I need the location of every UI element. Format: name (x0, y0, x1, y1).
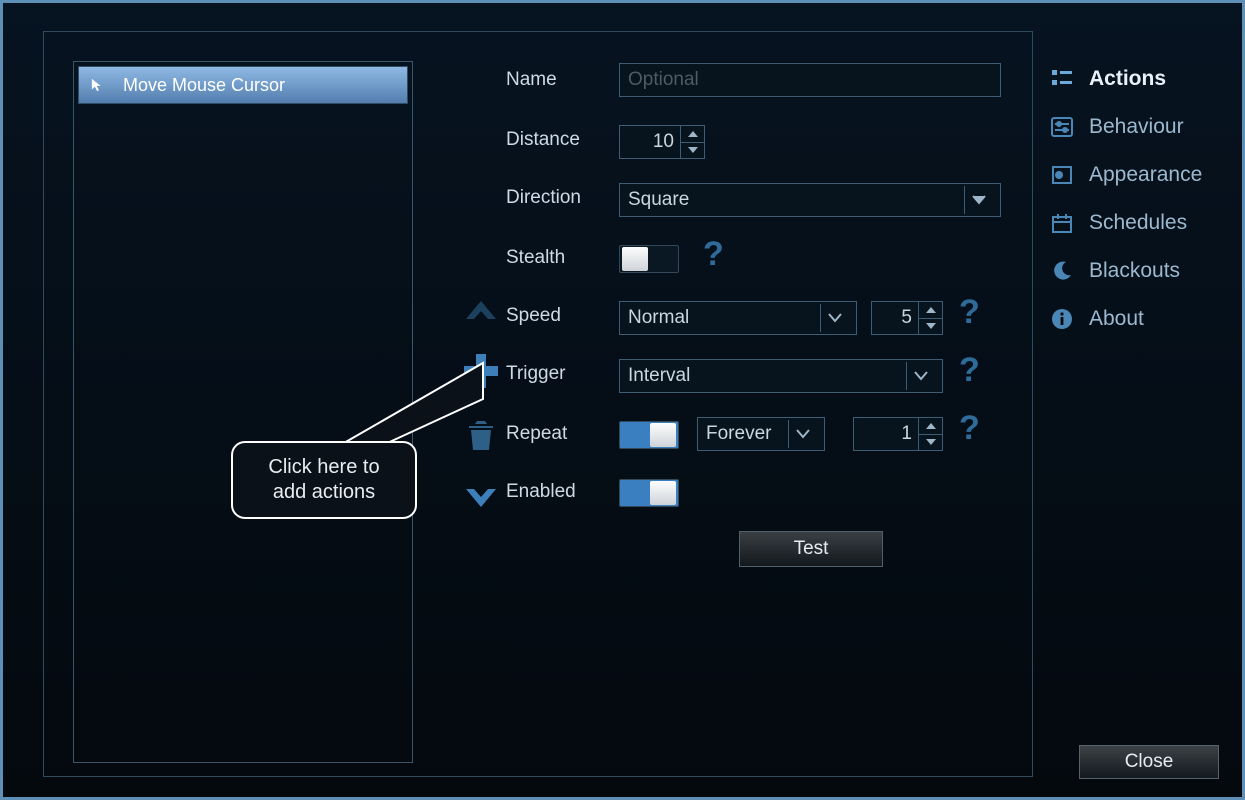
distance-stepper[interactable]: 10 (619, 125, 705, 159)
sidebar-item-appearance[interactable]: Appearance (1047, 151, 1237, 199)
test-button[interactable]: Test (739, 531, 883, 567)
action-item-label: Move Mouse Cursor (123, 75, 285, 96)
speed-value: 5 (872, 307, 918, 329)
stealth-toggle[interactable] (619, 245, 679, 273)
repeat-count-stepper[interactable]: 1 (853, 417, 943, 451)
repeat-mode-select[interactable]: Forever (697, 417, 825, 451)
name-input[interactable] (619, 63, 1001, 97)
repeat-count-down[interactable] (919, 435, 942, 451)
sidebar-item-actions[interactable]: Actions (1047, 55, 1237, 103)
trigger-value: Interval (628, 365, 690, 387)
sliders-icon (1047, 112, 1077, 142)
trigger-label: Trigger (506, 363, 611, 385)
add-action-button[interactable] (459, 349, 503, 393)
help-icon[interactable]: ? (703, 235, 724, 274)
speed-select[interactable]: Normal (619, 301, 857, 335)
sidebar-item-about[interactable]: About (1047, 295, 1237, 343)
distance-down[interactable] (681, 143, 704, 159)
speed-selected: Normal (628, 307, 689, 329)
direction-value: Square (628, 189, 689, 211)
sidebar-item-label: Schedules (1089, 211, 1187, 235)
move-up-button[interactable] (459, 289, 503, 333)
calendar-icon (1047, 208, 1077, 238)
chevron-down-icon (820, 304, 848, 332)
trigger-select[interactable]: Interval (619, 359, 943, 393)
speed-up[interactable] (919, 302, 942, 319)
chevron-down-icon (964, 186, 992, 214)
help-icon[interactable]: ? (959, 351, 980, 390)
speed-down[interactable] (919, 319, 942, 335)
close-button[interactable]: Close (1079, 745, 1219, 779)
enabled-toggle[interactable] (619, 479, 679, 507)
help-icon[interactable]: ? (959, 293, 980, 332)
sidebar-item-label: Appearance (1089, 163, 1202, 187)
appearance-icon (1047, 160, 1077, 190)
actions-icon (1047, 64, 1077, 94)
actions-list: Move Mouse Cursor (73, 61, 413, 763)
sidebar-item-label: About (1089, 307, 1144, 331)
speed-label: Speed (506, 305, 611, 327)
repeat-count-up[interactable] (919, 418, 942, 435)
tooltip-line1: Click here to (268, 456, 379, 478)
repeat-label: Repeat (506, 423, 611, 445)
tooltip-line2: add actions (273, 481, 375, 503)
repeat-count: 1 (854, 423, 918, 445)
moon-icon (1047, 256, 1077, 286)
sidebar-item-schedules[interactable]: Schedules (1047, 199, 1237, 247)
sidebar-nav: Actions Behaviour Appearance Schedules B… (1047, 55, 1237, 343)
sidebar-item-label: Blackouts (1089, 259, 1180, 283)
delete-action-button[interactable] (459, 413, 503, 457)
chevron-down-icon (788, 420, 816, 448)
repeat-toggle[interactable] (619, 421, 679, 449)
window-frame: Move Mouse Cursor Name Distance Directio… (0, 0, 1245, 800)
speed-stepper[interactable]: 5 (871, 301, 943, 335)
stealth-label: Stealth (506, 247, 611, 269)
distance-value: 10 (620, 131, 680, 153)
sidebar-item-label: Behaviour (1089, 115, 1184, 139)
close-button-label: Close (1125, 751, 1174, 773)
distance-up[interactable] (681, 126, 704, 143)
distance-label: Distance (506, 129, 611, 151)
sidebar-item-behaviour[interactable]: Behaviour (1047, 103, 1237, 151)
add-actions-tooltip: Click here to add actions (231, 441, 417, 519)
test-button-label: Test (794, 538, 829, 560)
direction-label: Direction (506, 187, 611, 209)
sidebar-item-blackouts[interactable]: Blackouts (1047, 247, 1237, 295)
direction-select[interactable]: Square (619, 183, 1001, 217)
chevron-down-icon (906, 362, 934, 390)
repeat-mode: Forever (706, 423, 771, 445)
name-label: Name (506, 69, 611, 91)
sidebar-item-label: Actions (1089, 67, 1166, 91)
info-icon (1047, 304, 1077, 334)
enabled-label: Enabled (506, 481, 611, 503)
action-item-move-mouse[interactable]: Move Mouse Cursor (78, 66, 408, 104)
help-icon[interactable]: ? (959, 409, 980, 448)
cursor-icon (91, 76, 109, 94)
move-down-button[interactable] (459, 475, 503, 519)
